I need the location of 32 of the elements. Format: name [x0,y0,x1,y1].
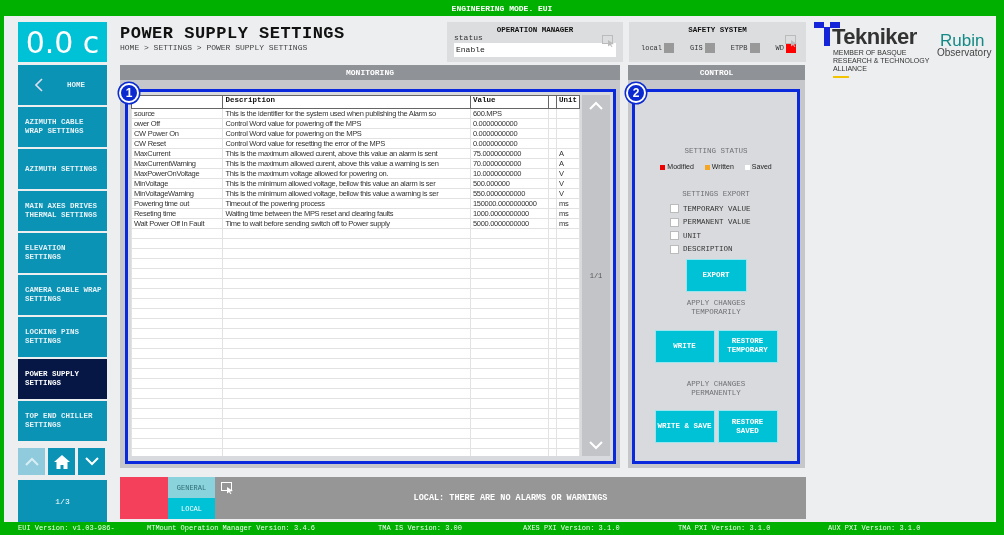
back-icon [35,78,43,92]
checkbox[interactable] [670,244,679,254]
number-badge: 1 [119,83,139,103]
logo-text: Rubin [940,32,985,49]
scroll-down-button[interactable] [78,448,105,475]
logo-text: Tekniker [832,26,917,48]
logo-underline [833,76,849,78]
panel-header: CONTROL [628,65,805,80]
cursor-icon [221,482,234,494]
page-indicator: 1/3 [18,480,107,522]
temperature-display: 0.0 c [18,22,107,62]
alarm-message: LOCAL: THERE ARE NO ALARMS OR WARNINGS [413,493,608,503]
checkbox[interactable] [670,231,679,240]
checkbox[interactable] [670,204,679,213]
page-title: POWER SUPPLY SETTINGS [120,24,346,43]
home-button[interactable] [48,448,75,475]
home-icon [53,454,70,469]
breadcrumb: HOME > SETTINGS > POWER SUPPLY SETTINGS [120,43,309,52]
logo-text: Observatory [937,48,992,58]
number-badge: 2 [626,83,646,103]
chevron-up-icon [24,457,39,466]
checkbox[interactable] [670,217,679,227]
scroll-down-icon[interactable] [589,441,603,450]
status-label: status [454,34,484,43]
scroll-up-icon[interactable] [589,101,603,110]
cursor-icon [785,34,798,47]
panel-header: MONITORING [120,65,620,80]
window-title: ENGINEERING MODE. EUI [451,3,553,13]
chevron-down-icon [84,457,99,466]
cursor-icon [602,34,615,47]
alarm-indicator [120,477,168,519]
status-field: Enable [454,42,616,57]
